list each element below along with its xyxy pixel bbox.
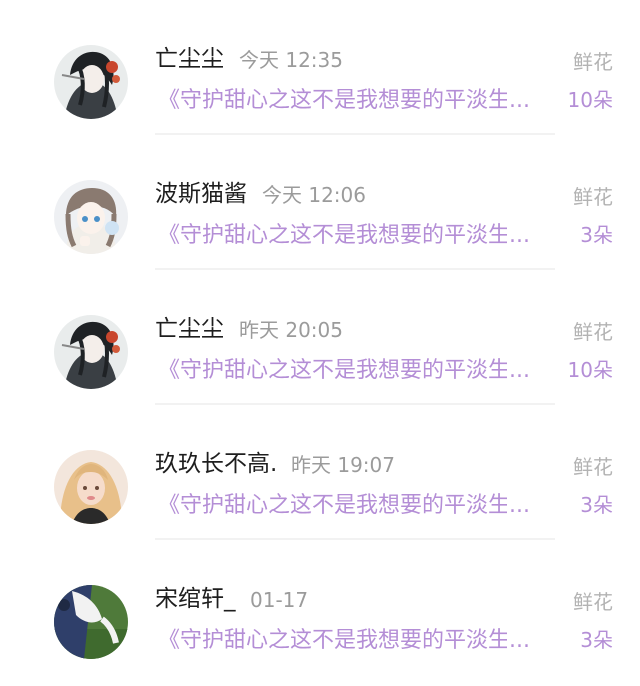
timestamp: 01-17 bbox=[250, 588, 309, 612]
flower-gift-list: 亡尘尘 今天 12:35 《守护甜心之这不是我想要的平淡生活》 ... 鲜花 1… bbox=[0, 0, 640, 686]
timestamp: 昨天 19:07 bbox=[291, 453, 395, 477]
gift-count: 3朵 bbox=[580, 223, 613, 247]
ellipsis: ... bbox=[507, 221, 530, 251]
avatar-ink-boy-icon bbox=[54, 315, 128, 389]
avatar[interactable] bbox=[54, 450, 128, 524]
user-name[interactable]: 宋绾轩_ bbox=[155, 584, 236, 614]
list-item[interactable]: 玖玖长不高. 昨天 19:07 《守护甜心之这不是我想要的平淡生活》 ... 鲜… bbox=[0, 405, 640, 540]
work-title-link[interactable]: 《守护甜心之这不是我想要的平淡生活》 ... bbox=[158, 221, 530, 251]
list-item[interactable]: 宋绾轩_ 01-17 《守护甜心之这不是我想要的平淡生活》 ... 鲜花 3朵 bbox=[0, 540, 640, 674]
avatar-blonde-girl-icon bbox=[54, 450, 128, 524]
ellipsis: ... bbox=[507, 626, 530, 656]
user-name[interactable]: 波斯猫酱 bbox=[155, 179, 247, 209]
work-title-link[interactable]: 《守护甜心之这不是我想要的平淡生活》 ... bbox=[158, 491, 530, 521]
avatar[interactable] bbox=[54, 45, 128, 119]
list-item[interactable]: 亡尘尘 今天 12:35 《守护甜心之这不是我想要的平淡生活》 ... 鲜花 1… bbox=[0, 0, 640, 135]
avatar[interactable] bbox=[54, 585, 128, 659]
work-title: 《守护甜心之这不是我想要的平淡生活》 bbox=[158, 223, 530, 248]
work-title: 《守护甜心之这不是我想要的平淡生活》 bbox=[158, 628, 530, 653]
user-name[interactable]: 玖玖长不高. bbox=[155, 449, 277, 479]
avatar[interactable] bbox=[54, 180, 128, 254]
user-name[interactable]: 亡尘尘 bbox=[155, 314, 224, 344]
timestamp: 昨天 20:05 bbox=[239, 318, 343, 342]
avatar-ink-boy-icon bbox=[54, 45, 128, 119]
ellipsis: ... bbox=[507, 356, 530, 386]
ellipsis: ... bbox=[507, 86, 530, 116]
avatar[interactable] bbox=[54, 315, 128, 389]
ellipsis: ... bbox=[507, 491, 530, 521]
gift-count: 10朵 bbox=[567, 358, 613, 382]
work-title-link[interactable]: 《守护甜心之这不是我想要的平淡生活》 ... bbox=[158, 356, 530, 386]
work-title: 《守护甜心之这不是我想要的平淡生活》 bbox=[158, 493, 530, 518]
gift-count: 3朵 bbox=[580, 628, 613, 652]
gift-label: 鲜花 bbox=[573, 185, 613, 209]
gift-label: 鲜花 bbox=[573, 455, 613, 479]
work-title: 《守护甜心之这不是我想要的平淡生活》 bbox=[158, 358, 530, 383]
gift-label: 鲜花 bbox=[573, 590, 613, 614]
list-item[interactable]: 波斯猫酱 今天 12:06 《守护甜心之这不是我想要的平淡生活》 ... 鲜花 … bbox=[0, 135, 640, 270]
gift-count: 3朵 bbox=[580, 493, 613, 517]
list-item[interactable]: 亡尘尘 昨天 20:05 《守护甜心之这不是我想要的平淡生活》 ... 鲜花 1… bbox=[0, 270, 640, 405]
gift-count: 10朵 bbox=[567, 88, 613, 112]
timestamp: 今天 12:35 bbox=[239, 48, 343, 72]
user-name[interactable]: 亡尘尘 bbox=[155, 44, 224, 74]
work-title-link[interactable]: 《守护甜心之这不是我想要的平淡生活》 ... bbox=[158, 626, 530, 656]
gift-label: 鲜花 bbox=[573, 50, 613, 74]
work-title-link[interactable]: 《守护甜心之这不是我想要的平淡生活》 ... bbox=[158, 86, 530, 116]
avatar-anime-girl-icon bbox=[54, 180, 128, 254]
work-title: 《守护甜心之这不是我想要的平淡生活》 bbox=[158, 88, 530, 113]
gift-label: 鲜花 bbox=[573, 320, 613, 344]
timestamp: 今天 12:06 bbox=[262, 183, 366, 207]
avatar-sports-icon bbox=[54, 585, 128, 659]
